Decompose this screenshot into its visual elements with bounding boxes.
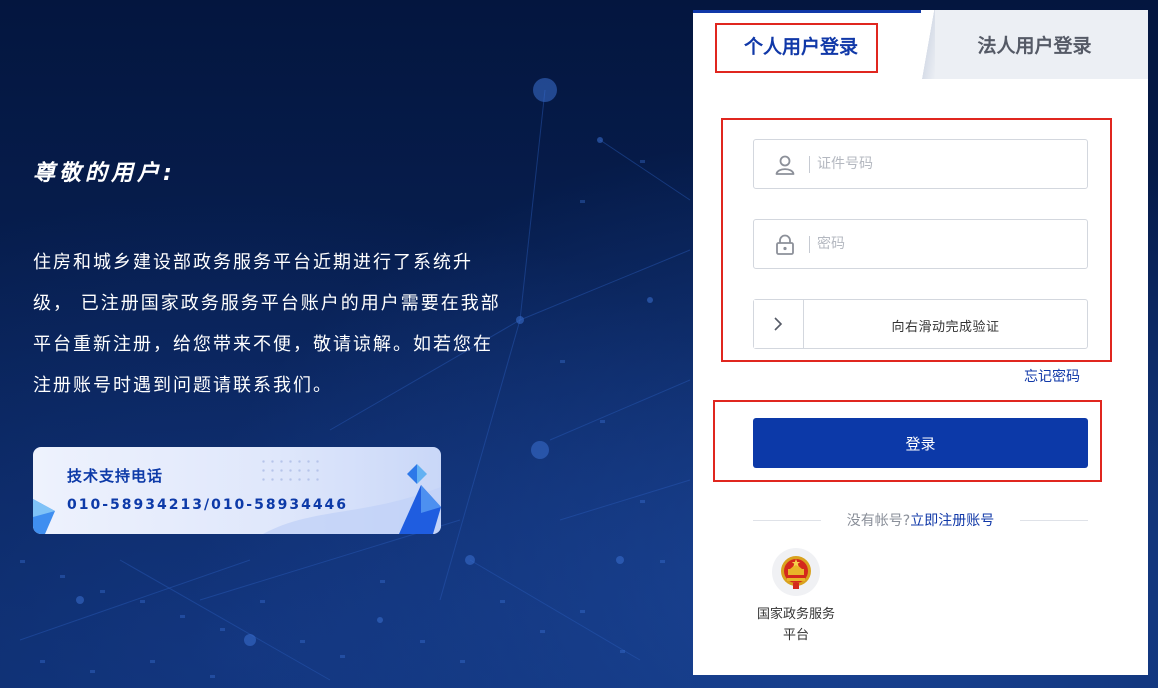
highlight-box-tab (715, 23, 878, 73)
slider-captcha: 向右滑动完成验证 (753, 299, 1088, 349)
id-number-field[interactable] (753, 139, 1088, 189)
emblem-container (772, 548, 820, 596)
national-emblem-icon (781, 556, 811, 589)
notice-line: 平台重新注册，给您带来不便，敬请谅解。如若您在 (33, 334, 493, 355)
tab-label: 法人用户登录 (977, 35, 1092, 57)
password-input[interactable] (817, 232, 1067, 256)
notice-text: 住房和城乡建设部政务服务平台近期进行了系统升 级， 已注册国家政务服务平台账户的… (33, 242, 553, 406)
forgot-password-link[interactable]: 忘记密码 (1024, 366, 1080, 386)
no-account-text: 没有帐号? (846, 513, 911, 529)
login-panel: 个人用户登录 法人用户登录 向右滑动完成验证 忘记密码 (693, 10, 1148, 675)
slider-handle[interactable] (754, 300, 804, 348)
notice-line: 级， 已注册国家政务服务平台账户的用户需要在我部 (33, 293, 501, 314)
register-row: 没有帐号?立即注册账号 (753, 510, 1088, 530)
lock-icon (776, 234, 794, 255)
register-link[interactable]: 立即注册账号 (910, 513, 994, 529)
user-icon (775, 155, 795, 175)
notice-line: 注册账号时遇到问题请联系我们。 (33, 375, 333, 396)
notice-line: 住房和城乡建设部政务服务平台近期进行了系统升 (33, 252, 473, 273)
field-separator (809, 156, 810, 173)
tab-legal-login[interactable]: 法人用户登录 (921, 10, 1148, 79)
password-field[interactable] (753, 219, 1088, 269)
gov-platform-label: 国家政务服务平台 (756, 607, 835, 643)
support-card: 技术支持电话 010-58934213/010-58934446 (33, 447, 441, 534)
chevron-right-icon (774, 317, 783, 331)
id-number-input[interactable] (817, 152, 1067, 176)
support-phone: 010-58934213/010-58934446 (67, 497, 349, 513)
support-title: 技术支持电话 (67, 467, 164, 485)
field-separator (809, 236, 810, 253)
login-button[interactable]: 登录 (753, 418, 1088, 468)
divider-line (1020, 520, 1088, 521)
welcome-title: 尊敬的用户: (33, 161, 176, 186)
slider-text: 向右滑动完成验证 (891, 320, 1000, 335)
gov-platform-login[interactable]: 国家政务服务平台 (751, 548, 841, 646)
crystal-decoration-icon (33, 464, 441, 534)
divider-line (753, 520, 821, 521)
